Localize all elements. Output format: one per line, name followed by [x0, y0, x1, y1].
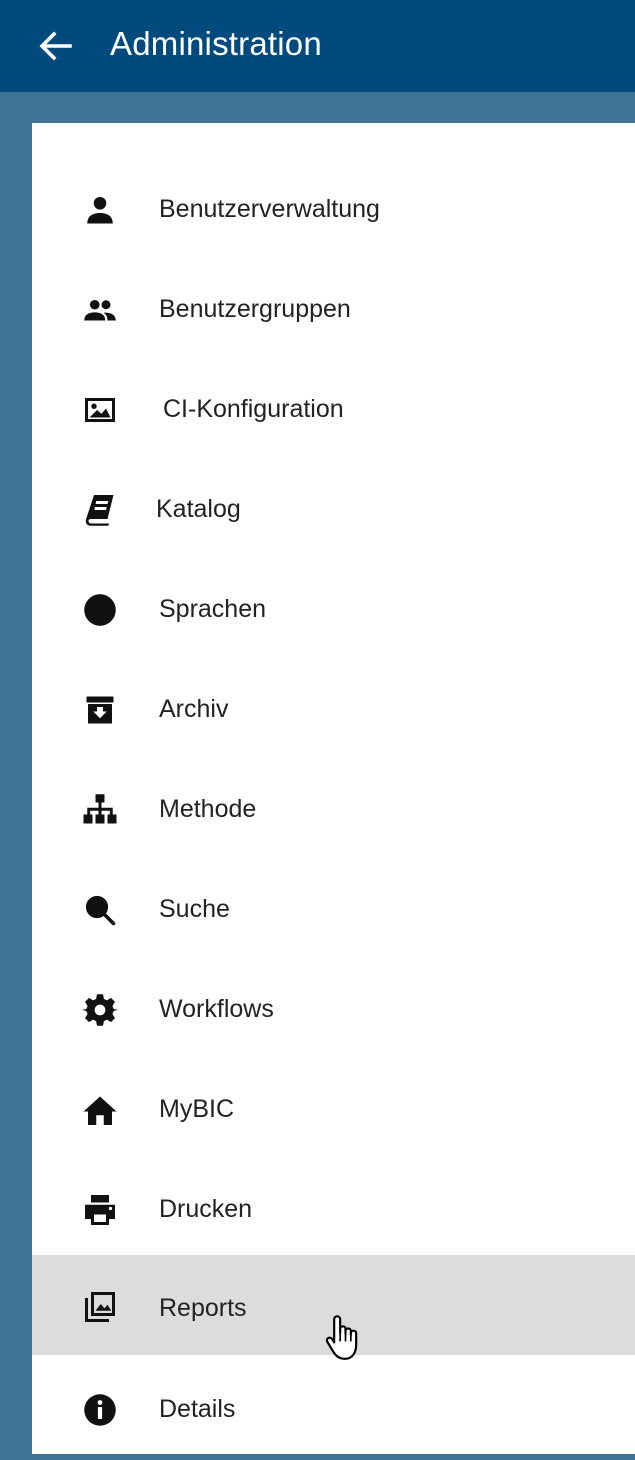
person-icon [80, 190, 120, 230]
image-icon [80, 390, 120, 430]
arrow-left-icon [39, 31, 72, 61]
home-icon [80, 1090, 120, 1130]
hand-pointer-icon [325, 1315, 358, 1360]
print-icon [80, 1190, 120, 1230]
app-header: Administration [0, 0, 635, 92]
admin-menu-panel: Benutzerverwaltung Benutzergruppen CI-Ko… [32, 123, 635, 1454]
menu-item-archiv[interactable]: Archiv [32, 660, 635, 760]
menu-item-katalog[interactable]: Katalog [32, 460, 635, 560]
menu-item-ci-konfiguration[interactable]: CI-Konfiguration [32, 360, 635, 460]
sitemap-icon [80, 790, 120, 830]
menu-label: Workflows [159, 995, 274, 1023]
search-icon [80, 890, 120, 930]
menu-label: Katalog [156, 495, 241, 523]
menu-item-drucken[interactable]: Drucken [32, 1160, 635, 1260]
menu-item-benutzerverwaltung[interactable]: Benutzerverwaltung [32, 160, 635, 260]
menu-label: Methode [159, 795, 257, 823]
menu-label: MyBIC [159, 1095, 234, 1123]
book-icon [80, 490, 120, 530]
archive-icon [80, 690, 120, 730]
back-button[interactable] [32, 26, 78, 66]
menu-item-sprachen[interactable]: Sprachen [32, 560, 635, 660]
gear-icon [80, 990, 120, 1030]
menu-label: Details [159, 1395, 236, 1423]
menu-label: CI-Konfiguration [163, 395, 344, 423]
photo-library-icon [80, 1287, 120, 1327]
menu-item-suche[interactable]: Suche [32, 860, 635, 960]
page-title: Administration [110, 25, 322, 62]
menu-label: Archiv [159, 695, 229, 723]
group-icon [80, 290, 120, 330]
menu-item-methode[interactable]: Methode [32, 760, 635, 860]
menu-label: Sprachen [159, 595, 267, 623]
menu-item-benutzergruppen[interactable]: Benutzergruppen [32, 260, 635, 360]
menu-label: Suche [159, 895, 230, 923]
menu-label: Reports [159, 1294, 247, 1322]
menu-label: Benutzergruppen [159, 295, 351, 323]
menu-label: Drucken [159, 1195, 253, 1223]
menu-item-details[interactable]: Details [32, 1360, 635, 1460]
globe-icon [80, 590, 120, 630]
info-icon [80, 1390, 120, 1430]
menu-item-workflows[interactable]: Workflows [32, 960, 635, 1060]
menu-item-mybic[interactable]: MyBIC [32, 1060, 635, 1160]
menu-label: Benutzerverwaltung [159, 195, 380, 223]
